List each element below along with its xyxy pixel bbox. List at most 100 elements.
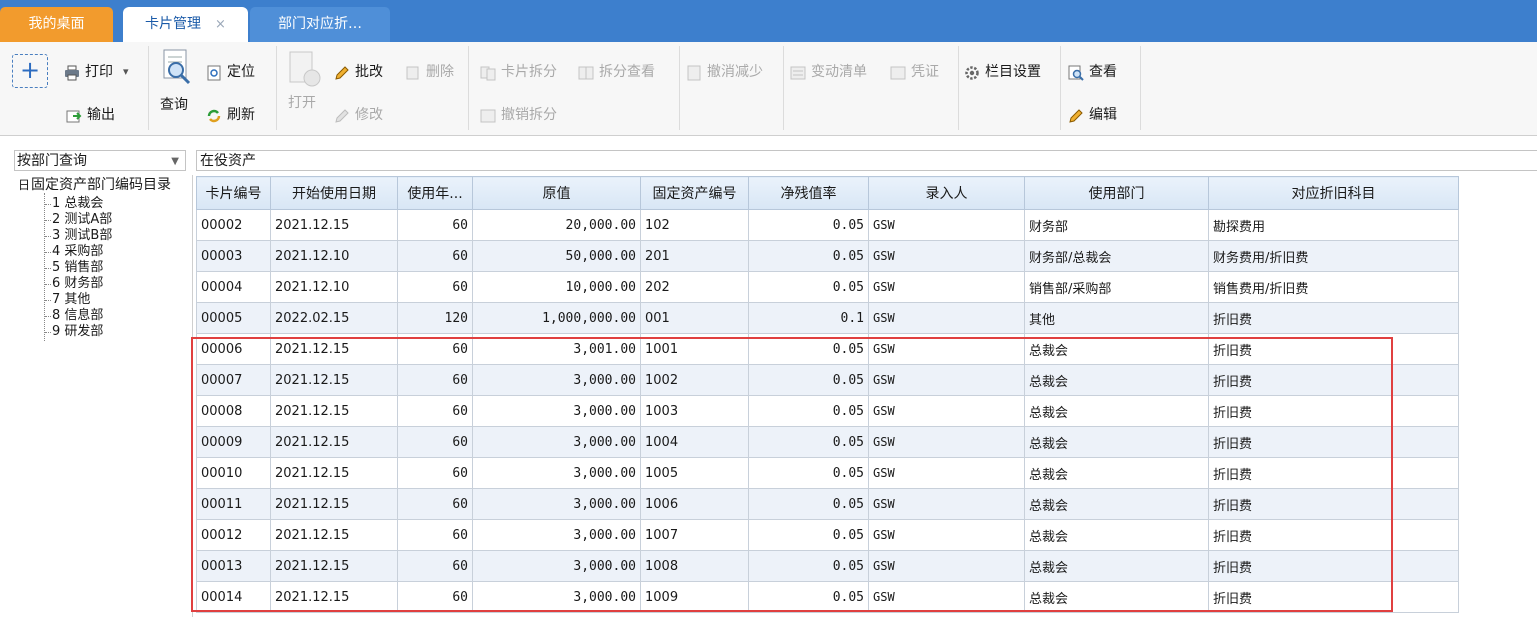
table-cell[interactable]: 0.05 (748, 209, 869, 241)
table-cell[interactable]: 0.05 (748, 240, 869, 272)
add-button[interactable]: + (12, 54, 48, 88)
table-cell[interactable]: 00004 (196, 271, 271, 303)
table-row[interactable]: 00006 2021.12.15 60 3,001.00 1001 0.05 GSW 总裁会折… (196, 333, 1459, 365)
table-cell[interactable]: 2021.12.15 (270, 488, 398, 520)
table-cell[interactable]: 总裁会 (1024, 426, 1209, 458)
table-cell[interactable]: 60 (397, 364, 473, 396)
table-cell[interactable]: 0.05 (748, 395, 869, 427)
table-cell[interactable]: 1005 (640, 457, 749, 489)
table-cell[interactable]: 00014 (196, 581, 271, 613)
print-button[interactable]: 打印 ▾ (64, 59, 129, 85)
table-cell[interactable]: 00010 (196, 457, 271, 489)
table-cell[interactable]: 60 (397, 519, 473, 551)
close-icon[interactable]: × (215, 17, 226, 32)
table-cell[interactable]: 60 (397, 395, 473, 427)
column-settings-button[interactable]: 栏目设置 (964, 59, 1041, 85)
table-row[interactable]: 00007 2021.12.15 60 3,000.00 1002 0.05 GSW 总裁会折… (196, 364, 1459, 396)
column-header[interactable]: 使用部门 (1024, 176, 1209, 210)
table-row[interactable]: 00002 2021.12.15 60 20,000.00 102 0.05 GSW 财务部勘… (196, 209, 1459, 241)
table-cell[interactable]: 0.05 (748, 333, 869, 365)
table-cell[interactable]: 00011 (196, 488, 271, 520)
table-cell[interactable]: 1002 (640, 364, 749, 396)
table-cell[interactable]: GSW (868, 395, 1025, 427)
table-cell[interactable]: 2021.12.15 (270, 364, 398, 396)
table-cell[interactable]: 001 (640, 302, 749, 334)
table-cell[interactable]: 0.05 (748, 519, 869, 551)
table-cell[interactable]: 00013 (196, 550, 271, 582)
delete-button[interactable]: 删除 (405, 59, 454, 85)
table-cell[interactable]: GSW (868, 333, 1025, 365)
table-cell[interactable]: 折旧费 (1208, 333, 1459, 365)
table-cell[interactable]: 2022.02.15 (270, 302, 398, 334)
table-cell[interactable]: 00006 (196, 333, 271, 365)
table-row[interactable]: 00013 2021.12.15 60 3,000.00 1008 0.05 GSW 总裁会折… (196, 550, 1459, 582)
table-cell[interactable]: 财务部/总裁会 (1024, 240, 1209, 272)
table-cell[interactable]: 0.05 (748, 550, 869, 582)
chevron-down-icon[interactable]: ▼ (171, 151, 179, 172)
table-cell[interactable]: 00005 (196, 302, 271, 334)
tree-item[interactable]: 6 财务部 (52, 277, 103, 291)
column-header[interactable]: 开始使用日期 (270, 176, 398, 210)
table-cell[interactable]: 总裁会 (1024, 488, 1209, 520)
tree-item[interactable]: 7 其他 (52, 293, 90, 307)
table-cell[interactable]: 1004 (640, 426, 749, 458)
table-cell[interactable]: 60 (397, 550, 473, 582)
table-cell[interactable]: GSW (868, 209, 1025, 241)
table-cell[interactable]: 总裁会 (1024, 550, 1209, 582)
table-cell[interactable]: 3,000.00 (472, 581, 641, 613)
table-cell[interactable]: 201 (640, 240, 749, 272)
table-row[interactable]: 00010 2021.12.15 60 3,000.00 1005 0.05 GSW 总裁会折… (196, 457, 1459, 489)
tree-item[interactable]: 3 测试B部 (52, 229, 112, 243)
tree-item[interactable]: 1 总裁会 (52, 197, 103, 211)
batch-edit-button[interactable]: 批改 (334, 59, 383, 85)
table-cell[interactable]: 0.1 (748, 302, 869, 334)
table-row[interactable]: 00011 2021.12.15 60 3,000.00 1006 0.05 GSW 总裁会折… (196, 488, 1459, 520)
table-cell[interactable]: 折旧费 (1208, 302, 1459, 334)
view-button[interactable]: 查看 (1068, 59, 1117, 85)
column-header[interactable]: 对应折旧科目 (1208, 176, 1459, 210)
table-cell[interactable]: GSW (868, 550, 1025, 582)
tab-card-management[interactable]: 卡片管理 × (123, 7, 248, 42)
cancel-split-button[interactable]: 撤销拆分 (480, 102, 557, 128)
collapse-toggle-icon[interactable]: 日 (18, 178, 30, 192)
table-cell[interactable]: 销售费用/折旧费 (1208, 271, 1459, 303)
table-cell[interactable]: 总裁会 (1024, 333, 1209, 365)
table-cell[interactable]: 60 (397, 240, 473, 272)
table-cell[interactable]: GSW (868, 457, 1025, 489)
table-cell[interactable]: 1001 (640, 333, 749, 365)
table-cell[interactable]: 202 (640, 271, 749, 303)
table-cell[interactable]: 2021.12.15 (270, 209, 398, 241)
table-cell[interactable]: 1008 (640, 550, 749, 582)
table-cell[interactable]: GSW (868, 302, 1025, 334)
table-cell[interactable]: 60 (397, 271, 473, 303)
table-cell[interactable]: 00009 (196, 426, 271, 458)
table-cell[interactable]: 60 (397, 426, 473, 458)
table-cell[interactable]: 60 (397, 581, 473, 613)
table-cell[interactable]: 0.05 (748, 488, 869, 520)
table-cell[interactable]: 0.05 (748, 457, 869, 489)
table-cell[interactable]: 2021.12.15 (270, 457, 398, 489)
table-cell[interactable]: 3,000.00 (472, 488, 641, 520)
table-cell[interactable]: 2021.12.15 (270, 550, 398, 582)
table-cell[interactable]: 勘探费用 (1208, 209, 1459, 241)
change-list-button[interactable]: 变动清单 (790, 59, 867, 85)
column-header[interactable]: 录入人 (868, 176, 1025, 210)
table-cell[interactable]: 财务费用/折旧费 (1208, 240, 1459, 272)
locate-button[interactable]: 定位 (206, 59, 255, 85)
table-cell[interactable]: 3,000.00 (472, 457, 641, 489)
editor-button[interactable]: 编辑 (1068, 102, 1117, 128)
table-cell[interactable]: 折旧费 (1208, 426, 1459, 458)
table-cell[interactable]: 3,000.00 (472, 519, 641, 551)
table-cell[interactable]: 00007 (196, 364, 271, 396)
table-cell[interactable]: 60 (397, 457, 473, 489)
table-cell[interactable]: 1006 (640, 488, 749, 520)
table-cell[interactable]: 1,000,000.00 (472, 302, 641, 334)
table-cell[interactable]: 2021.12.15 (270, 426, 398, 458)
split-view-button[interactable]: 拆分查看 (578, 59, 655, 85)
cancel-reduce-button[interactable]: 撤消减少 (686, 59, 763, 85)
table-cell[interactable]: 0.05 (748, 364, 869, 396)
table-cell[interactable]: 10,000.00 (472, 271, 641, 303)
table-row[interactable]: 00009 2021.12.15 60 3,000.00 1004 0.05 GSW 总裁会折… (196, 426, 1459, 458)
table-cell[interactable]: 总裁会 (1024, 457, 1209, 489)
table-row[interactable]: 00003 2021.12.10 60 50,000.00 201 0.05 GSW 财务部/… (196, 240, 1459, 272)
